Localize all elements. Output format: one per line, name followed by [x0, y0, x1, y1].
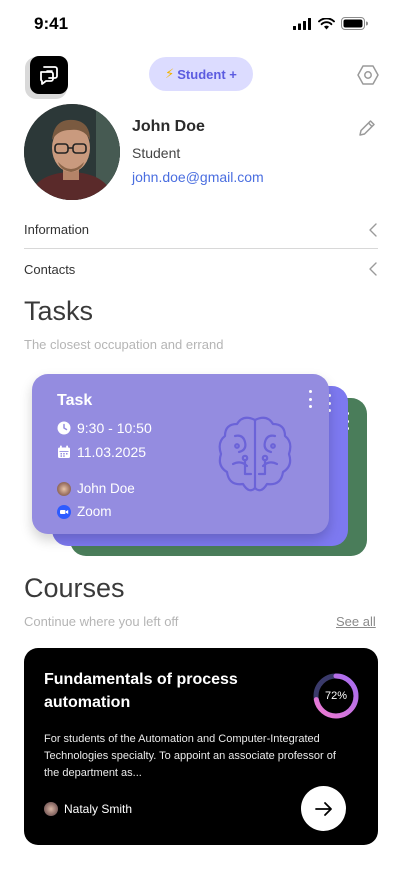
profile-section: John Doe Student john.doe@gmail.com	[0, 104, 402, 204]
task-time-row: 9:30 - 10:50	[57, 420, 152, 436]
courses-title: Courses	[24, 573, 125, 603]
chevron-left-icon	[369, 222, 377, 237]
see-all-link[interactable]: See all	[336, 614, 376, 629]
chat-logo-icon	[40, 66, 58, 85]
calendar-icon	[58, 445, 70, 458]
task-date: 11.03.2025	[77, 444, 147, 460]
pencil-icon	[359, 120, 375, 136]
menu-item-label: Contacts	[24, 261, 76, 277]
app-logo[interactable]	[30, 56, 68, 94]
avatar[interactable]	[24, 104, 120, 200]
clock-icon	[57, 421, 71, 435]
plan-badge[interactable]: ⚡ Student +	[149, 57, 253, 91]
profile-name: John Doe	[132, 118, 205, 135]
top-bar: ⚡ Student +	[0, 56, 402, 96]
author-name: Nataly Smith	[64, 802, 133, 816]
settings-button[interactable]	[356, 63, 380, 87]
arrow-right-icon	[314, 801, 332, 816]
menu-item-information[interactable]: Information	[24, 211, 378, 249]
course-author: Nataly Smith	[44, 802, 132, 816]
course-card[interactable]: Fundamentals of process automation 72% F…	[24, 648, 378, 845]
wifi-icon	[318, 17, 335, 29]
task-date-row: 11.03.2025	[57, 444, 146, 460]
tasks-subtitle: The closest occupation and errand	[24, 337, 224, 352]
menu-item-label: Information	[24, 222, 90, 237]
battery-icon	[341, 17, 368, 30]
task-person-row: John Doe	[57, 481, 135, 496]
status-bar: 9:41	[0, 0, 402, 50]
author-avatar	[44, 802, 58, 816]
avatar-photo	[24, 104, 120, 200]
more-options-icon[interactable]	[307, 390, 313, 408]
task-title: Task	[57, 392, 93, 409]
course-title: Fundamentals of process automation	[44, 671, 238, 711]
status-time: 9:41	[34, 14, 69, 33]
hexagon-settings-icon	[357, 65, 379, 85]
task-platform: Zoom	[77, 504, 112, 519]
progress-label: 72%	[324, 690, 348, 702]
lightning-icon: ⚡	[165, 66, 175, 81]
task-card[interactable]: Task 9:30 - 10:50 11.03.2025 John Doe Zo…	[32, 374, 329, 534]
plan-badge-label: Student +	[177, 66, 237, 82]
status-icons	[293, 17, 368, 30]
profile-role: Student	[132, 145, 181, 161]
chevron-left-icon	[369, 262, 377, 276]
open-course-button[interactable]	[301, 786, 346, 831]
cellular-signal-icon	[293, 17, 311, 30]
task-card-stack[interactable]: Task 9:30 - 10:50 11.03.2025 John Doe Zo…	[30, 372, 375, 562]
task-person: John Doe	[77, 481, 135, 496]
courses-subtitle: Continue where you left off	[24, 614, 179, 629]
task-time: 9:30 - 10:50	[77, 420, 152, 436]
profile-email[interactable]: john.doe@gmail.com	[132, 169, 264, 185]
zoom-icon	[57, 504, 71, 519]
course-description: For students of the Automation and Compu…	[44, 733, 336, 779]
brain-circuit-icon	[218, 416, 292, 492]
tasks-title: Tasks	[24, 296, 94, 326]
edit-profile-button[interactable]	[357, 118, 377, 138]
person-avatar	[57, 481, 71, 496]
task-platform-row: Zoom	[57, 504, 112, 519]
menu-item-contacts[interactable]: Contacts	[24, 250, 378, 288]
